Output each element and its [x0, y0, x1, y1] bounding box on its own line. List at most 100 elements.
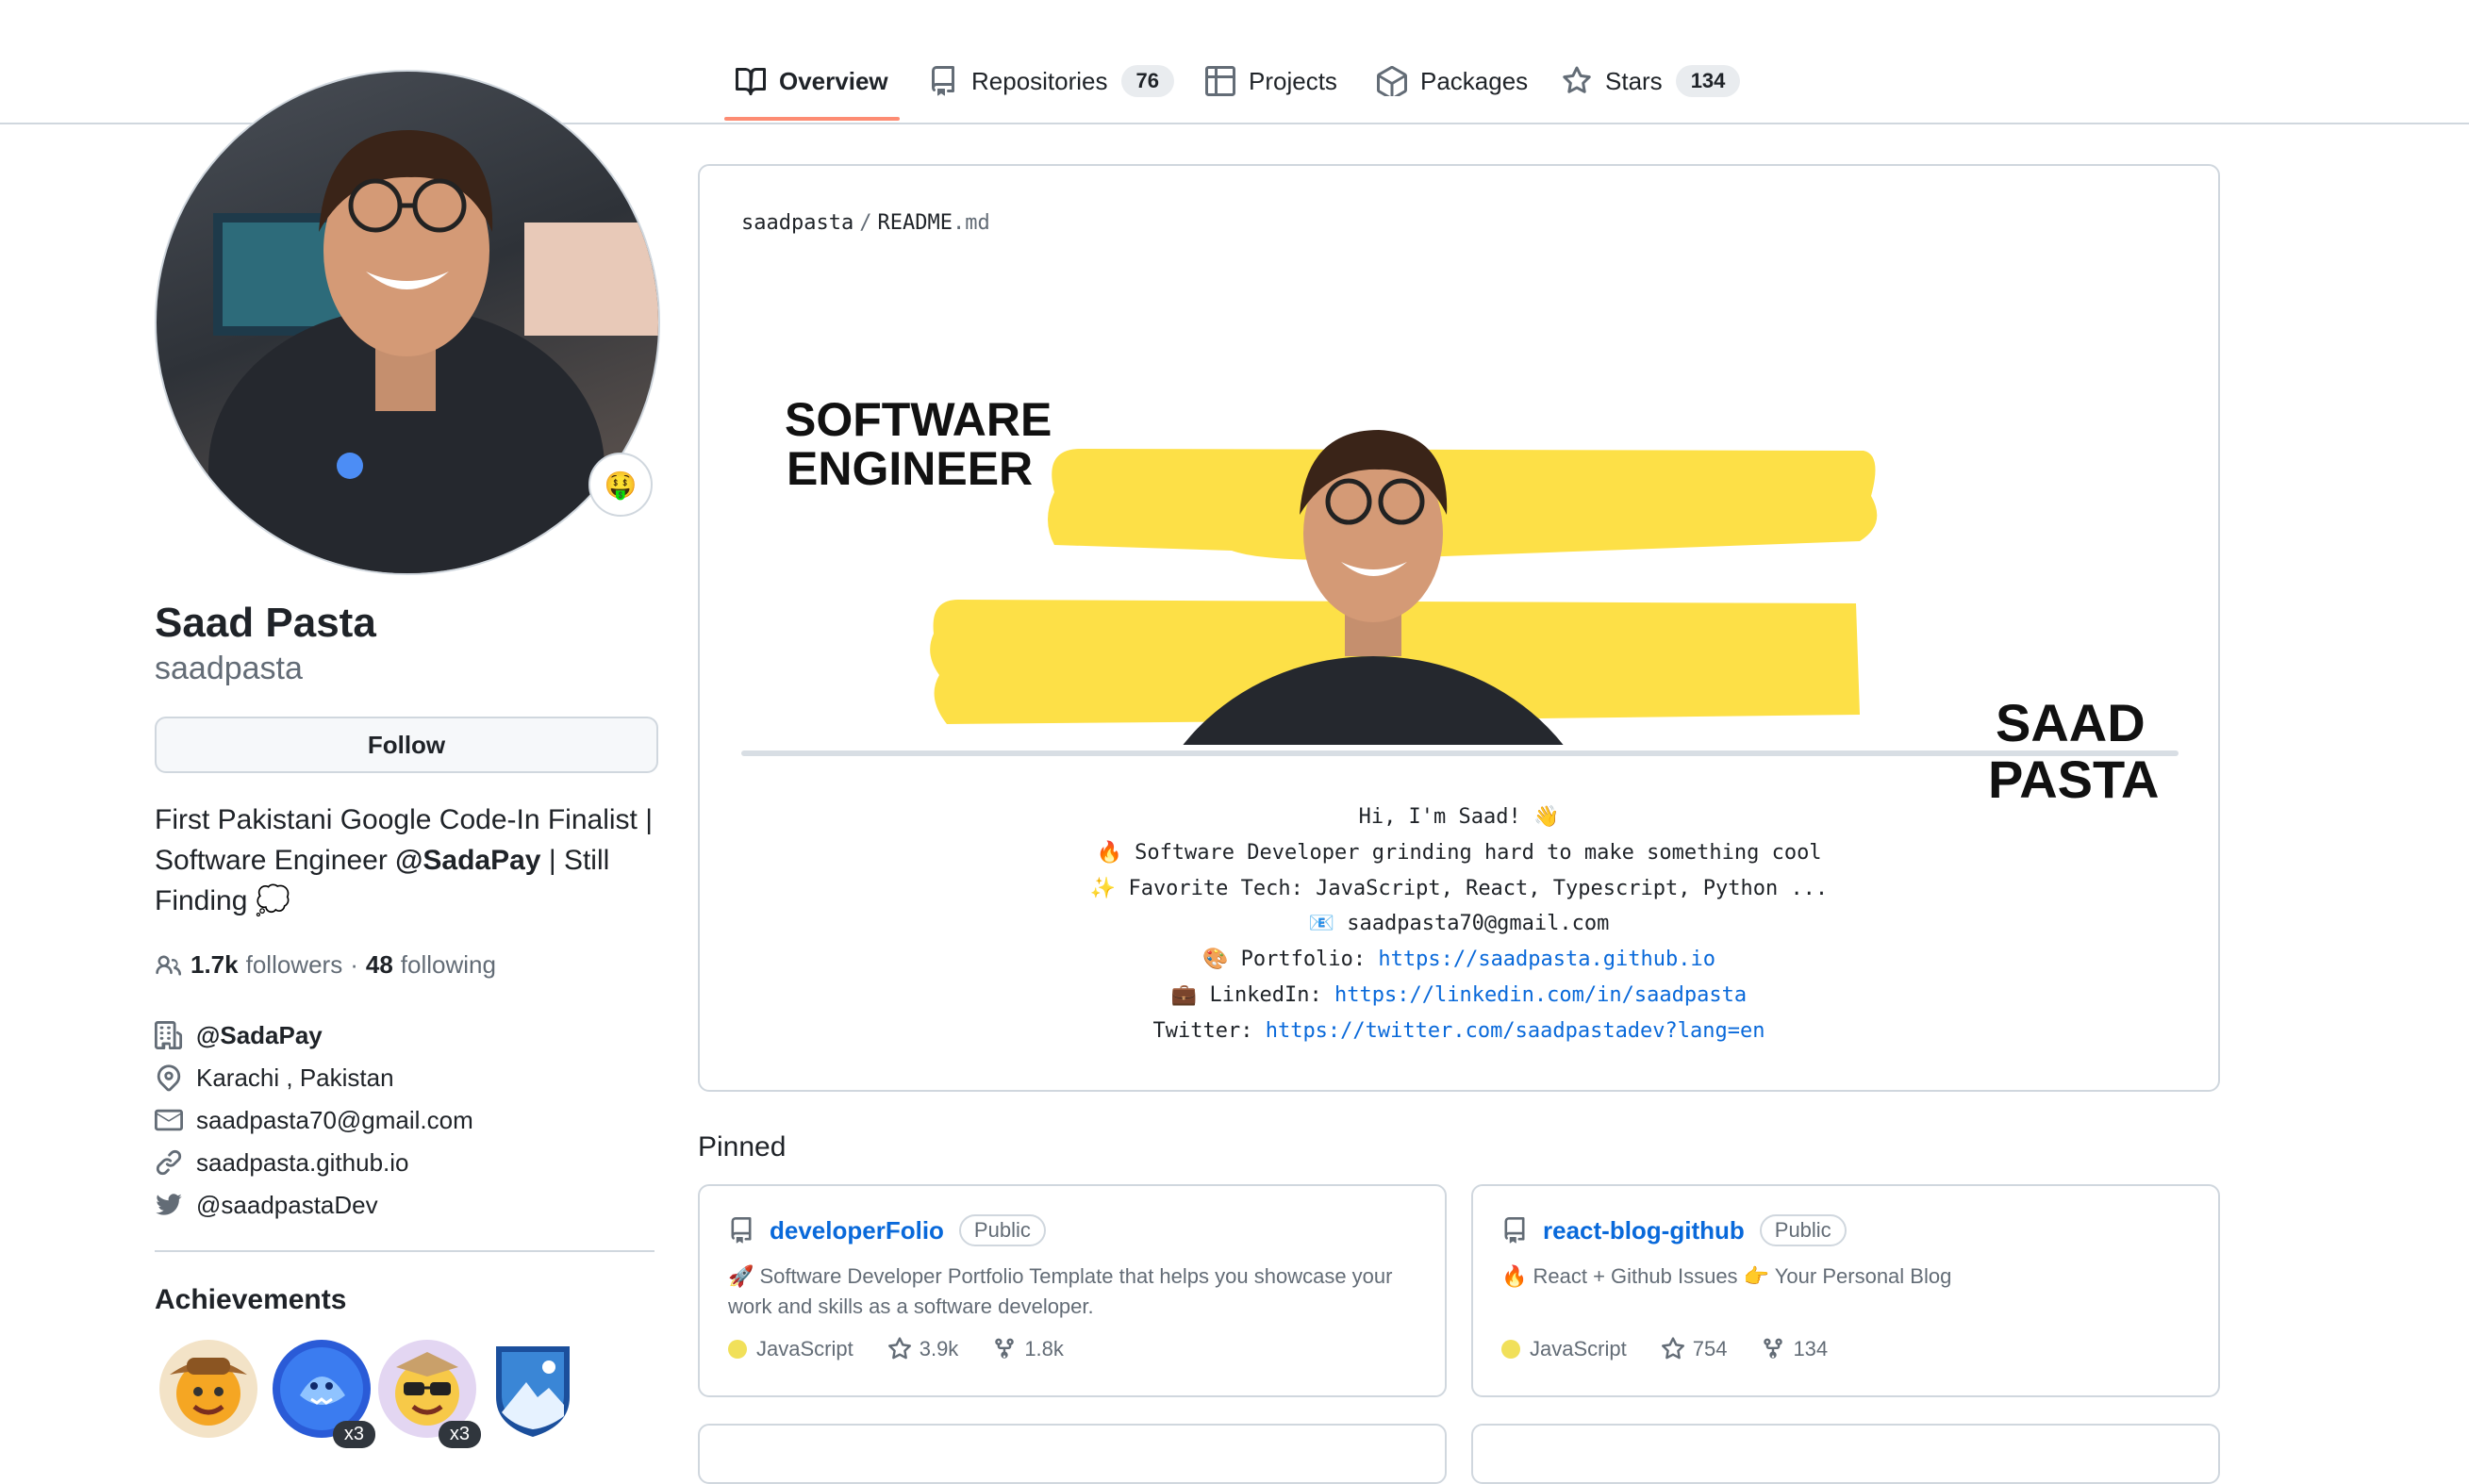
mail-icon: [155, 1109, 183, 1131]
tab-stars[interactable]: Stars 134: [1562, 55, 1741, 107]
repo-stars-link[interactable]: 754: [1661, 1337, 1728, 1361]
stars-count: 3.9k: [919, 1337, 959, 1360]
banner-name-line1: SAAD: [1996, 693, 2146, 752]
visibility-badge: Public: [958, 1214, 1046, 1246]
readme-file-name[interactable]: README: [877, 211, 952, 235]
twitter-label: Twitter:: [1152, 1018, 1266, 1043]
follow-separator: ·: [350, 950, 358, 979]
website-link[interactable]: saadpasta.github.io: [196, 1148, 409, 1178]
fork-icon: [1764, 1338, 1783, 1359]
location-icon: [157, 1064, 181, 1092]
readme-intro: Hi, I'm Saad! 👋 🔥 Software Developer gri…: [700, 800, 2218, 1049]
status-emoji-button[interactable]: 🤑: [588, 453, 653, 517]
tab-packages[interactable]: Packages: [1377, 55, 1528, 107]
path-separator: /: [859, 211, 872, 235]
profile-email: saadpasta70@gmail.com: [155, 1101, 473, 1139]
follow-stats: 1.7k followers · 48 following: [155, 950, 496, 980]
arctic-vault-badge-icon: [496, 1346, 570, 1437]
repo-name-link[interactable]: react-blog-github: [1543, 1216, 1745, 1245]
intro-line-developer: 🔥 Software Developer grinding hard to ma…: [1096, 840, 1822, 865]
achievement-badge-shark[interactable]: x3: [272, 1339, 375, 1448]
followers-count: 1.7k: [191, 950, 239, 979]
tab-repositories[interactable]: Repositories 76: [928, 55, 1174, 107]
star-icon: [1661, 1337, 1684, 1360]
following-count: 48: [365, 950, 393, 979]
email-link[interactable]: saadpasta70@gmail.com: [196, 1106, 473, 1135]
repo-description: 🚀 Software Developer Portfolio Template …: [728, 1264, 1393, 1318]
bio-mention-link[interactable]: @SadaPay: [395, 845, 540, 876]
repo-language: JavaScript: [728, 1337, 853, 1361]
profile-bio: First Pakistani Google Code-In Finalist …: [155, 800, 664, 921]
portfolio-link[interactable]: https://saadpasta.github.io: [1378, 948, 1715, 971]
banner-title-line1: SOFTWARE: [785, 393, 1052, 446]
profile-company: @SadaPay: [155, 1016, 323, 1054]
repo-description: 🔥 React + Github Issues 👉 Your Personal …: [1501, 1264, 1952, 1288]
profile-avatar[interactable]: [155, 70, 660, 575]
pinned-repo-header: react-blog-github Public: [1501, 1214, 1847, 1246]
repo-forks-link[interactable]: 134: [1761, 1337, 1828, 1361]
package-icon: [1377, 66, 1407, 96]
profile-location: Karachi , Pakistan: [155, 1059, 394, 1097]
followers-link[interactable]: 1.7k followers: [191, 950, 342, 980]
forks-count: 134: [1793, 1337, 1829, 1360]
follow-button[interactable]: Follow: [155, 717, 658, 773]
repo-meta: JavaScript 3.9k 1.8k: [728, 1337, 1098, 1361]
company-link[interactable]: @SadaPay: [196, 1021, 323, 1050]
repo-forks-link[interactable]: 1.8k: [992, 1337, 1064, 1361]
tab-stars-label: Stars: [1605, 66, 1663, 95]
pinned-repo-card: react-blog-github Public 🔥 React + Githu…: [1471, 1184, 2220, 1397]
repo-icon: [1504, 1217, 1525, 1244]
forks-count: 1.8k: [1024, 1337, 1064, 1360]
active-tab-underline: [724, 117, 900, 121]
tab-projects-label: Projects: [1249, 66, 1337, 95]
book-icon: [736, 67, 766, 96]
star-icon: [1563, 66, 1591, 93]
repo-name-link[interactable]: developerFolio: [770, 1216, 944, 1245]
organization-icon: [155, 1021, 183, 1049]
repo-meta: JavaScript 754 134: [1501, 1337, 1862, 1361]
intro-greeting: Hi, I'm Saad! 👋: [1358, 805, 1560, 829]
sidebar-divider: [155, 1250, 655, 1252]
language-name: JavaScript: [1530, 1337, 1627, 1360]
repo-icon: [731, 1217, 752, 1244]
pinned-repo-header: developerFolio Public: [728, 1214, 1046, 1246]
tab-projects[interactable]: Projects: [1205, 55, 1337, 107]
readme-path: saadpasta / README.md: [741, 211, 990, 235]
tab-overview[interactable]: Overview: [736, 55, 888, 107]
portfolio-label: 🎨 Portfolio:: [1202, 948, 1379, 972]
cowboy-badge-icon: [159, 1340, 257, 1438]
achievement-badge-arctic[interactable]: [483, 1339, 583, 1439]
people-icon: [156, 955, 181, 975]
banner-title-line2: ENGINEER: [787, 442, 1033, 495]
stars-count: 754: [1692, 1337, 1728, 1360]
pinned-repo-card-partial: [698, 1424, 1447, 1484]
twitter-url-link[interactable]: https://twitter.com/saadpastadev?lang=en: [1266, 1019, 1765, 1043]
status-emoji: 🤑: [604, 470, 638, 500]
fork-icon: [995, 1338, 1015, 1359]
intro-line-twitter: Twitter: https://twitter.com/saadpastade…: [700, 1014, 2218, 1049]
readme-banner-image: SOFTWARE ENGINEER SAAD PASTA: [741, 289, 2179, 1090]
tab-overview-label: Overview: [779, 66, 888, 95]
repo-icon: [932, 66, 954, 96]
tab-repositories-label: Repositories: [971, 66, 1108, 95]
repositories-count-badge: 76: [1120, 65, 1174, 97]
language-color-dot: [1501, 1340, 1520, 1359]
location-text: Karachi , Pakistan: [196, 1063, 394, 1092]
visibility-badge: Public: [1759, 1214, 1847, 1246]
repo-stars-link[interactable]: 3.9k: [887, 1337, 959, 1361]
twitter-link[interactable]: @saadpastaDev: [196, 1191, 378, 1220]
linkedin-link[interactable]: https://linkedin.com/in/saadpasta: [1334, 983, 1747, 1007]
readme-file-ext: .md: [952, 211, 990, 235]
achievement-badge-pull-shark[interactable]: [158, 1339, 258, 1439]
stars-count-badge: 134: [1675, 65, 1741, 97]
profile-twitter: @saadpastaDev: [155, 1186, 378, 1224]
readme-owner-link[interactable]: saadpasta: [741, 211, 853, 235]
following-link[interactable]: 48 following: [366, 950, 496, 980]
profile-readme: saadpasta / README.md SOFTWARE ENGINEER SA…: [698, 164, 2220, 1092]
profile-username: saadpasta: [155, 651, 303, 686]
linkedin-label: 💼 LinkedIn:: [1170, 982, 1334, 1007]
link-icon: [156, 1149, 182, 1176]
language-name: JavaScript: [756, 1337, 853, 1360]
tab-packages-label: Packages: [1420, 66, 1529, 95]
achievement-badge-quickdraw[interactable]: x3: [377, 1339, 481, 1448]
